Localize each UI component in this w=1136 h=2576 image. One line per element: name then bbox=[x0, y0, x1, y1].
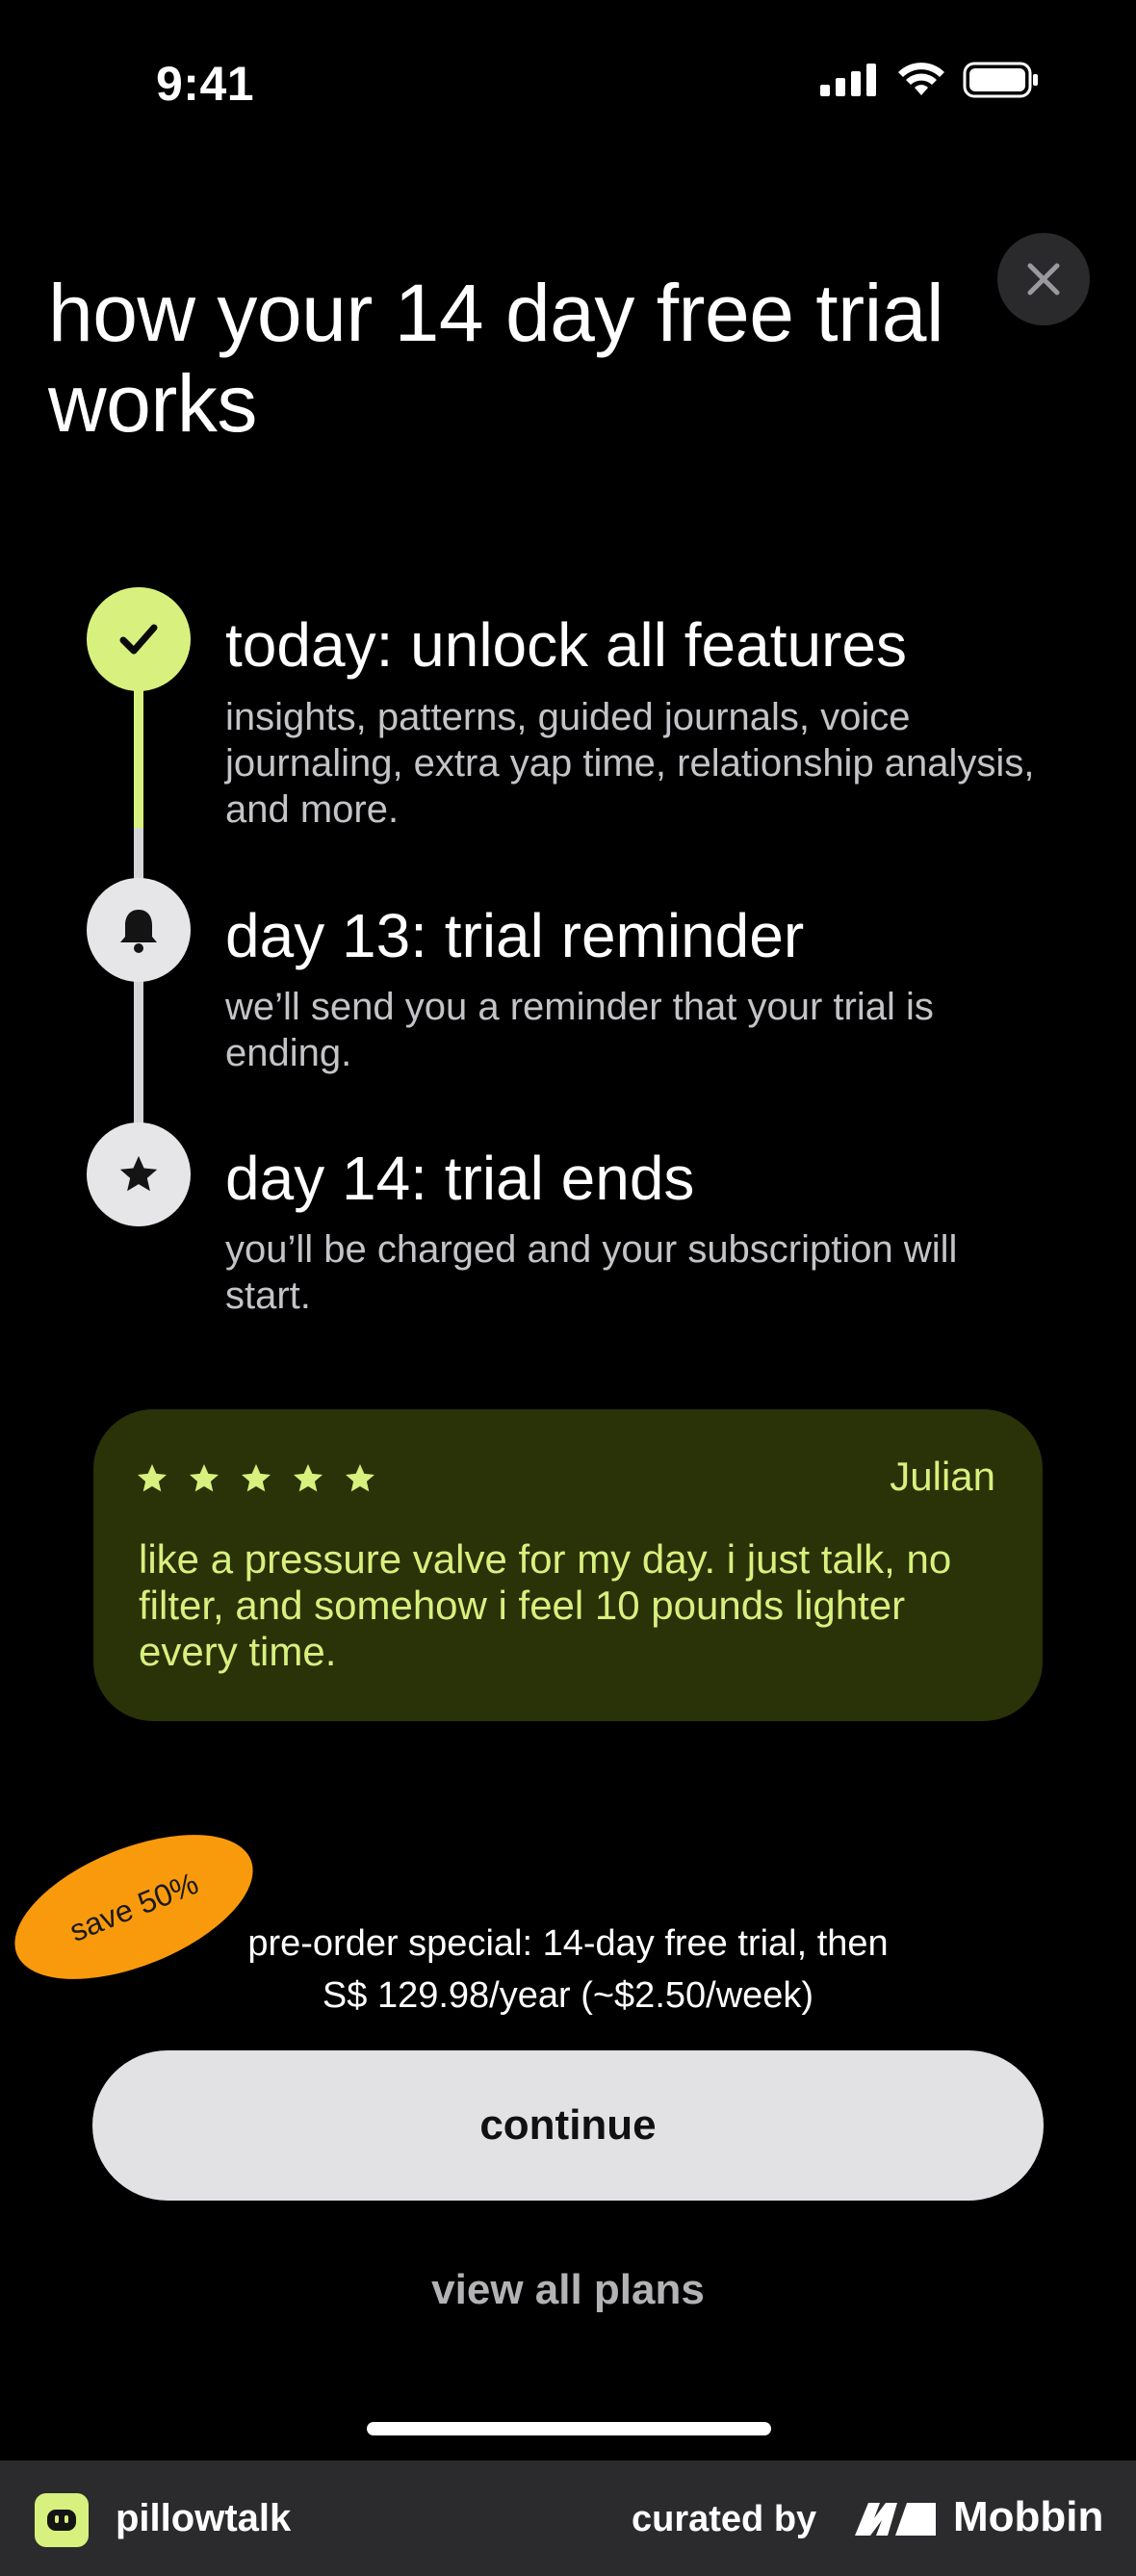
timeline-node-day14 bbox=[87, 1122, 191, 1226]
star-icon bbox=[119, 1155, 158, 1192]
close-icon bbox=[1027, 263, 1060, 296]
mobbin-logo-icon bbox=[855, 2503, 936, 2536]
view-all-plans-link[interactable]: view all plans bbox=[0, 2266, 1136, 2314]
checkmark-icon bbox=[119, 624, 158, 655]
step-description: we’ll send you a reminder that your tria… bbox=[225, 986, 934, 1074]
home-indicator bbox=[367, 2422, 771, 2435]
cellular-signal-icon bbox=[820, 64, 876, 96]
wifi-icon bbox=[898, 63, 944, 95]
app-icon bbox=[35, 2493, 89, 2547]
status-time: 9:41 bbox=[156, 57, 255, 111]
curated-by-label: curated by bbox=[632, 2499, 817, 2539]
step-description: you’ll be charged and your subscription … bbox=[225, 1228, 958, 1317]
app-logo-icon bbox=[47, 2510, 76, 2531]
brand-name: Mobbin bbox=[953, 2493, 1104, 2540]
step-title: today: unlock all features bbox=[225, 610, 907, 680]
timeline-node-today bbox=[87, 587, 191, 691]
continue-button[interactable]: continue bbox=[92, 2050, 1044, 2201]
timeline-node-day13 bbox=[87, 878, 191, 982]
close-button[interactable] bbox=[997, 233, 1090, 325]
app-name: pillowtalk bbox=[116, 2497, 292, 2539]
page-title: how your 14 day free trial works bbox=[48, 268, 944, 449]
step-title: day 13: trial reminder bbox=[225, 901, 805, 970]
star-icon bbox=[294, 1464, 323, 1492]
review-text: like a pressure valve for my day. i just… bbox=[139, 1536, 952, 1674]
reviewer-name: Julian bbox=[890, 1454, 995, 1499]
pricing-line-2: S$ 129.98/year (~$2.50/week) bbox=[322, 1975, 814, 2016]
status-icons bbox=[820, 62, 1040, 98]
star-icon bbox=[190, 1464, 219, 1492]
star-icon bbox=[346, 1464, 374, 1492]
step-description: insights, patterns, guided journals, voi… bbox=[225, 696, 1035, 831]
rating-stars bbox=[135, 1461, 377, 1496]
pricing-line-1: pre-order special: 14-day free trial, th… bbox=[247, 1923, 889, 1964]
battery-icon bbox=[963, 62, 1038, 98]
bell-icon bbox=[120, 910, 157, 953]
step-title: day 14: trial ends bbox=[225, 1144, 695, 1213]
star-icon bbox=[242, 1464, 271, 1492]
star-icon bbox=[138, 1464, 167, 1492]
